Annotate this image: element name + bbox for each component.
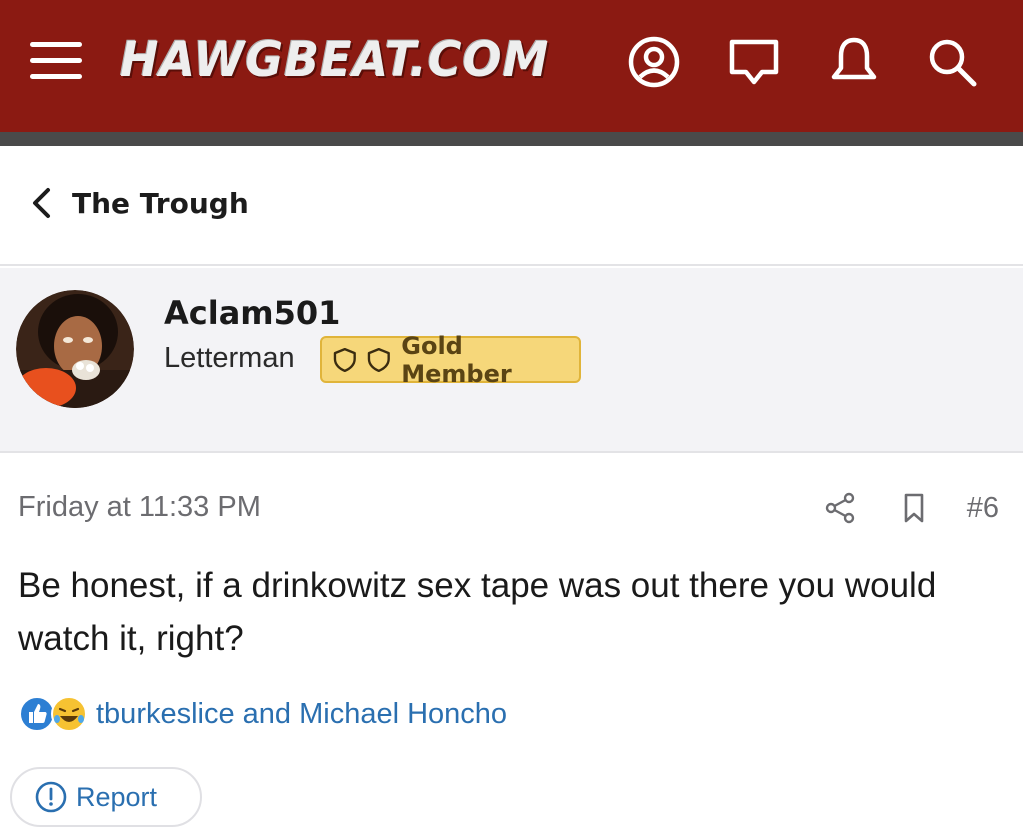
report-button[interactable]: Report bbox=[10, 767, 202, 827]
reaction-users: tburkeslice and Michael Honcho bbox=[96, 697, 508, 730]
menu-icon-line bbox=[30, 58, 82, 63]
avatar[interactable] bbox=[16, 290, 134, 408]
menu-icon-line bbox=[30, 74, 82, 79]
post-body: Be honest, if a drinkowitz sex tape was … bbox=[18, 566, 937, 658]
menu-icon-line bbox=[30, 42, 82, 47]
post: Friday at 11:33 PM #6 Be honest, if a dr… bbox=[0, 455, 1023, 827]
author-title: Letterman bbox=[164, 342, 295, 374]
post-timestamp[interactable]: Friday at 11:33 PM bbox=[18, 491, 261, 524]
post-author-block: Aclam501 Letterman Gold Member bbox=[0, 268, 1023, 453]
breadcrumb-back-link[interactable]: The Trough bbox=[30, 186, 249, 220]
header-divider bbox=[0, 132, 1023, 146]
menu-button[interactable] bbox=[30, 40, 84, 80]
gold-member-badge: Gold Member bbox=[320, 332, 581, 388]
report-icon bbox=[35, 781, 67, 813]
reaction-summary[interactable]: tburkeslice and Michael Honcho bbox=[18, 695, 507, 733]
laugh-reaction-icon bbox=[51, 696, 87, 732]
share-icon[interactable] bbox=[823, 491, 857, 525]
site-header: HAWGBEAT.COM bbox=[0, 0, 1023, 132]
report-label: Report bbox=[76, 781, 158, 812]
author-username[interactable]: Aclam501 bbox=[164, 294, 340, 332]
breadcrumb-label: The Trough bbox=[72, 186, 249, 220]
badge-label: Gold Member bbox=[401, 331, 512, 388]
account-icon[interactable] bbox=[626, 34, 682, 90]
post-number-link[interactable]: #6 bbox=[967, 492, 999, 525]
breadcrumb-bar: The Trough bbox=[0, 146, 1023, 266]
chevron-left-icon bbox=[33, 188, 50, 218]
search-icon[interactable] bbox=[924, 34, 980, 90]
notifications-icon[interactable] bbox=[826, 34, 882, 90]
shield-icon bbox=[367, 347, 390, 372]
post-actions: #6 bbox=[823, 491, 999, 525]
shield-icon bbox=[333, 347, 356, 372]
bookmark-icon[interactable] bbox=[897, 491, 931, 525]
messages-icon[interactable] bbox=[726, 34, 782, 90]
site-logo[interactable]: HAWGBEAT.COM bbox=[120, 31, 549, 88]
